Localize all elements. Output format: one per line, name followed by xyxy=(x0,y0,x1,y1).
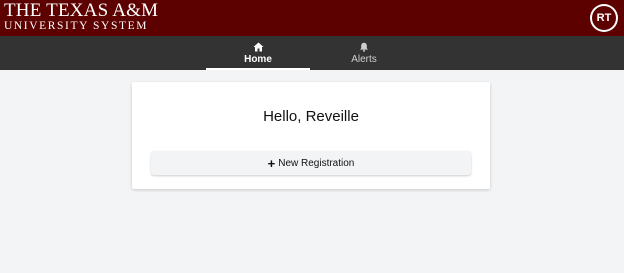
bell-icon xyxy=(360,42,368,52)
top-header: THE TEXAS A&M UNIVERSITY SYSTEM RT xyxy=(0,0,624,36)
logo-line-2: UNIVERSITY SYSTEM xyxy=(4,20,149,32)
tab-alerts[interactable]: Alerts xyxy=(312,36,416,70)
tab-home-label: Home xyxy=(244,53,272,65)
new-registration-button[interactable]: + New Registration xyxy=(151,151,471,175)
texas-am-logo[interactable]: THE TEXAS A&M UNIVERSITY SYSTEM xyxy=(4,1,158,33)
new-registration-label: New Registration xyxy=(278,157,355,169)
plus-icon: + xyxy=(267,155,276,171)
user-avatar[interactable]: RT xyxy=(590,4,618,32)
welcome-card: Hello, Reveille + New Registration xyxy=(132,82,490,189)
tab-home[interactable]: Home xyxy=(206,36,310,70)
tab-alerts-label: Alerts xyxy=(351,53,377,65)
nav-bar: Home Alerts xyxy=(0,36,624,70)
avatar-initials: RT xyxy=(592,6,616,30)
greeting-text: Hello, Reveille xyxy=(263,108,359,125)
home-icon xyxy=(253,42,263,51)
logo-line-1: THE TEXAS A&M xyxy=(4,0,159,21)
